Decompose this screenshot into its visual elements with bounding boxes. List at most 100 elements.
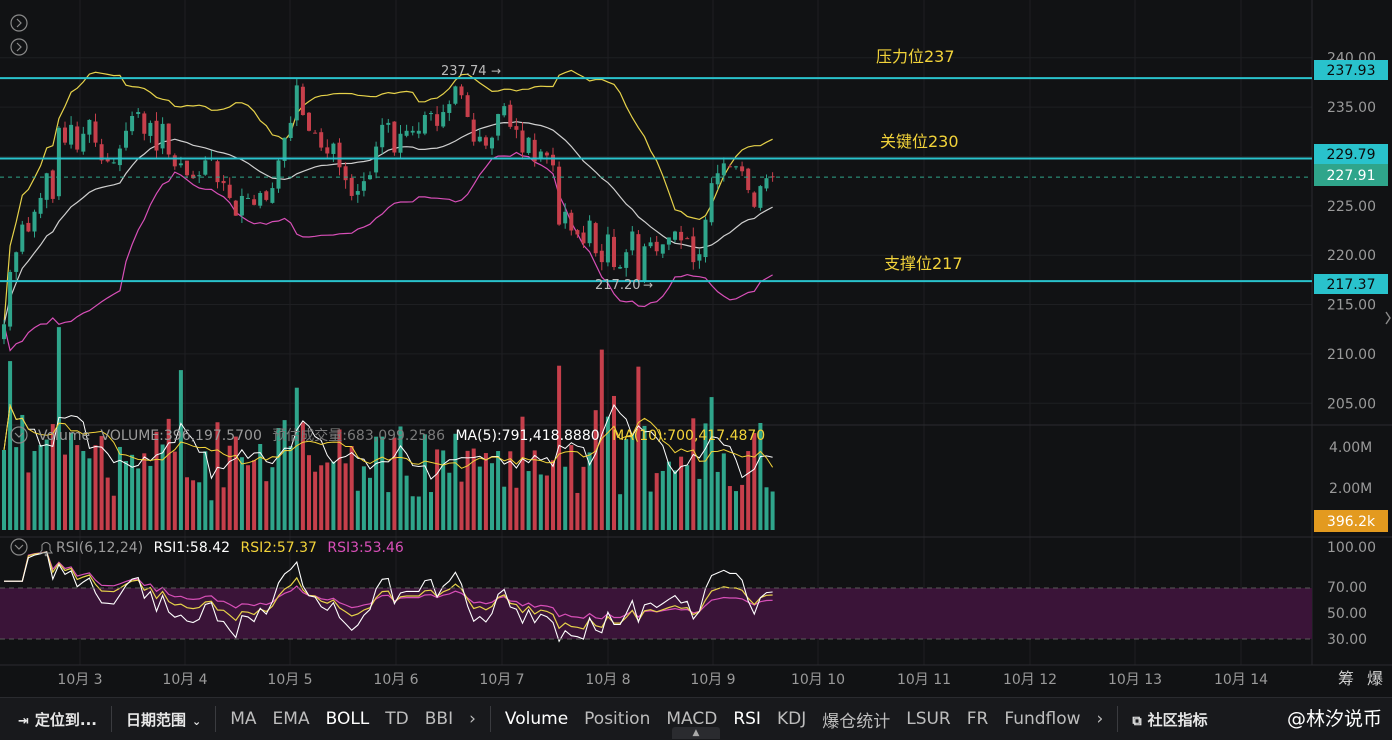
volume-bar: [532, 450, 537, 530]
volume-bar: [404, 475, 409, 530]
volume-bar: [416, 496, 421, 530]
volume-bar: [221, 487, 226, 530]
liquidation-button[interactable]: 爆: [1367, 669, 1383, 688]
volume-bar: [319, 465, 324, 530]
price-tag-support-text: 217.37: [1327, 277, 1376, 293]
low-marker-arrow: →: [643, 278, 653, 292]
volume-tick-label: 2.00M: [1329, 481, 1372, 497]
indicator-lsur[interactable]: LSUR: [898, 709, 959, 729]
candle-body: [447, 104, 452, 113]
locate-button[interactable]: ⇥ 定位到...: [0, 709, 105, 730]
price-tick-label: 210.00: [1327, 347, 1376, 363]
candle-body: [715, 173, 720, 185]
indicator-fundflow[interactable]: Fundflow: [996, 709, 1088, 729]
candle-body: [355, 191, 360, 195]
candle-body: [343, 166, 348, 181]
divider: [1117, 706, 1119, 732]
candle-body: [294, 85, 299, 121]
volume-bar: [264, 481, 269, 530]
candle-body: [654, 241, 659, 252]
candle-body: [721, 163, 726, 176]
volume-bar: [191, 480, 196, 530]
candle-body: [581, 232, 586, 244]
volume-estimate: 预估成交量:683,099.2586: [272, 427, 445, 444]
volume-bar: [124, 461, 128, 530]
volume-bar: [93, 445, 98, 530]
volume-ma5: MA(5):791,418.8880: [455, 428, 599, 444]
volume-bar: [697, 478, 702, 530]
volume-bar: [313, 471, 318, 530]
expand-icon[interactable]: [10, 14, 28, 32]
chevron-right-icon[interactable]: ›: [1089, 709, 1112, 729]
high-marker-arrow: →: [491, 64, 501, 78]
indicator-fr[interactable]: FR: [959, 709, 997, 729]
panel-handle[interactable]: ▲: [672, 727, 720, 739]
candle-body: [502, 106, 507, 116]
volume-bar: [349, 446, 354, 530]
candle-body: [270, 188, 275, 203]
volume-bar: [368, 477, 372, 530]
trading-chart[interactable]: 240.00235.00230.00225.00220.00215.00210.…: [0, 0, 1392, 697]
indicator-rsi[interactable]: RSI: [725, 709, 769, 729]
indicator-bbi[interactable]: BBI: [417, 709, 461, 729]
volume-bar: [117, 446, 122, 530]
indicator-macd[interactable]: MACD: [658, 709, 725, 729]
volume-bar: [770, 491, 775, 530]
volume-bar: [654, 473, 659, 530]
indicator-position[interactable]: Position: [576, 709, 658, 729]
rsi-tick-label: 70.00: [1327, 580, 1367, 596]
price-tick-label: 215.00: [1327, 298, 1376, 314]
indicator-td[interactable]: TD: [377, 709, 416, 729]
candle-body: [130, 115, 135, 132]
volume-bar: [618, 494, 623, 530]
chevron-right-icon[interactable]: ›: [461, 709, 484, 729]
chevron-right-icon[interactable]: [1385, 311, 1391, 325]
date-range-button[interactable]: 日期范围 ⌄: [118, 709, 209, 730]
volume-title: Volume: [38, 428, 90, 444]
candle-body: [81, 133, 86, 152]
volume-bar: [477, 466, 482, 530]
time-tick-label: 10月 13: [1108, 672, 1162, 688]
candle-body: [599, 250, 604, 263]
volume-bar: [544, 475, 549, 530]
volume-collapse-icon[interactable]: [10, 426, 28, 444]
indicator-ma[interactable]: MA: [222, 709, 264, 729]
candle-body: [459, 86, 464, 96]
candle-body: [264, 191, 269, 200]
bell-icon[interactable]: [38, 541, 54, 557]
volume-bar: [252, 460, 257, 530]
indicator-volume[interactable]: Volume: [497, 709, 576, 729]
volume-bar: [563, 466, 568, 530]
candle-body: [410, 130, 415, 133]
candle-body: [136, 112, 141, 114]
volume-bar: [142, 453, 147, 530]
expand-icon[interactable]: [10, 38, 28, 56]
indicator-kdj[interactable]: KDJ: [769, 709, 814, 729]
volume-bar: [32, 451, 37, 530]
chip-button[interactable]: 筹: [1338, 669, 1354, 688]
price-tag-current-text: 227.91: [1327, 168, 1376, 184]
candle-body: [203, 160, 208, 175]
indicator-boll[interactable]: BOLL: [318, 709, 378, 729]
indicator-liquidation[interactable]: 爆仓统计: [814, 707, 898, 732]
volume-bar: [709, 397, 714, 530]
rsi-collapse-icon[interactable]: [10, 538, 28, 556]
volume-bar: [239, 457, 244, 530]
candle-body: [612, 236, 616, 268]
time-tick-label: 10月 3: [57, 672, 102, 688]
time-tick-label: 10月 12: [1003, 672, 1057, 688]
candle-body: [605, 234, 610, 263]
candle-body: [514, 126, 519, 130]
candle-body: [172, 155, 177, 167]
candle-body: [246, 197, 250, 199]
indicator-ema[interactable]: EMA: [265, 709, 318, 729]
volume-bar: [752, 433, 757, 530]
candle-body: [441, 112, 446, 127]
candle-body: [563, 211, 568, 224]
community-indicators-button[interactable]: ⧉ 社区指标: [1124, 709, 1215, 730]
rsi-title: RSI(6,12,24): [56, 540, 143, 556]
volume-bar: [715, 471, 720, 530]
candle-body: [465, 95, 470, 117]
volume-bar: [490, 463, 494, 530]
volume-bar: [87, 458, 92, 530]
